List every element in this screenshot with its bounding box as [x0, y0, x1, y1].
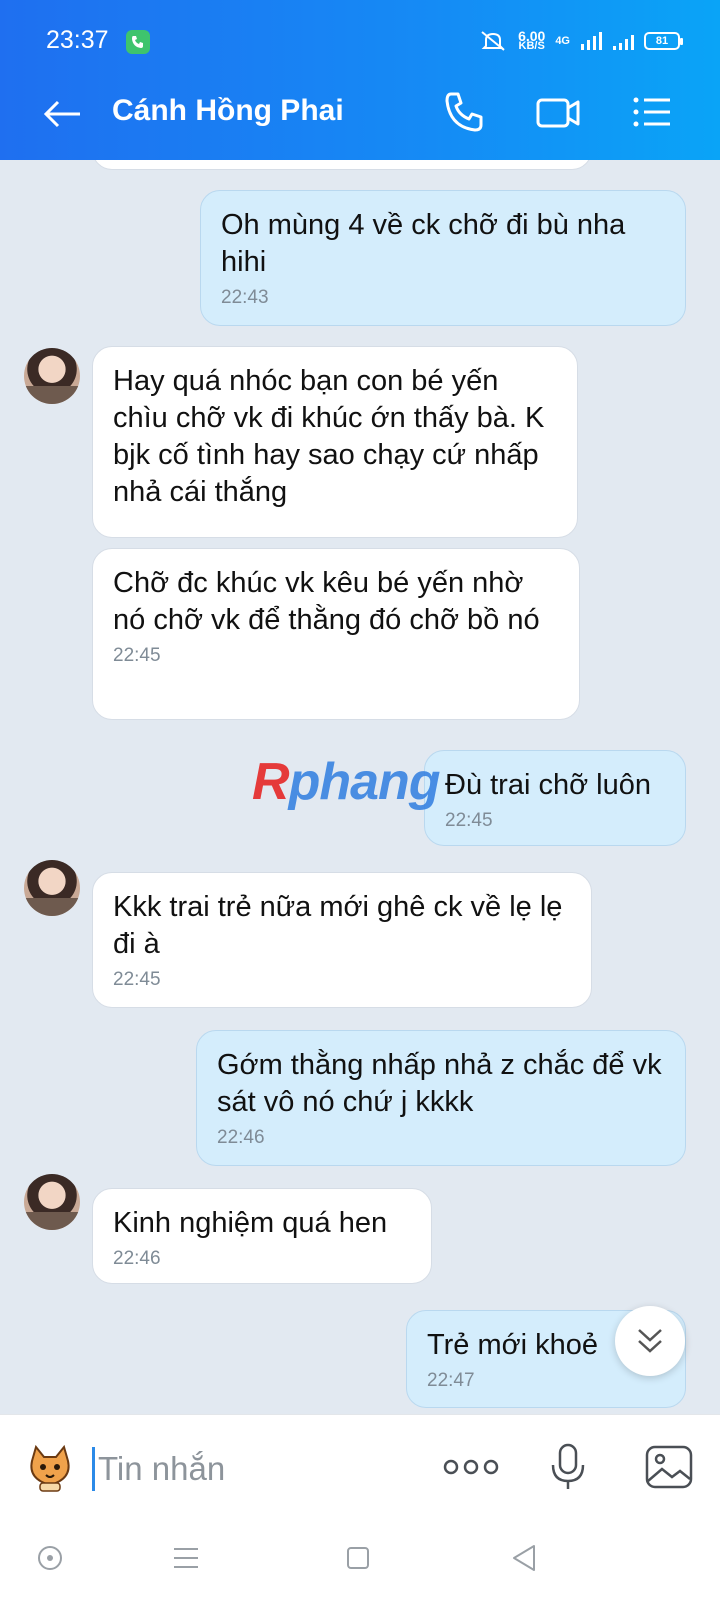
system-nav-bar — [0, 1518, 720, 1600]
message-bubble[interactable]: Gớm thằng nhấp nhả z chắc để vk sát vô n… — [196, 1030, 686, 1166]
sticker-button[interactable] — [22, 1439, 78, 1495]
net-speed: 6.00 KB/S — [518, 28, 546, 52]
message-text: Gớm thằng nhấp nhả z chắc để vk sát vô n… — [217, 1049, 662, 1118]
options-button[interactable] — [628, 88, 676, 136]
message-input[interactable] — [98, 1443, 418, 1495]
system-back-button[interactable] — [506, 1540, 542, 1576]
video-camera-icon — [536, 98, 580, 128]
message-bubble[interactable]: Hay quá nhóc bạn con bé yến chìu chỡ vk … — [92, 346, 578, 538]
square-icon — [347, 1547, 369, 1569]
status-indicators: 6.00 KB/S 4G 81 — [478, 28, 683, 52]
message-text: Trẻ mới khoẻ — [427, 1329, 599, 1361]
message-text: Hay quá nhóc bạn con bé yến chìu chỡ vk … — [113, 365, 545, 508]
back-button[interactable] — [40, 92, 84, 136]
assistant-button[interactable] — [32, 1540, 68, 1576]
more-dots-icon — [443, 1459, 499, 1475]
video-call-button[interactable] — [534, 88, 582, 136]
circle-dot-icon — [38, 1546, 62, 1570]
contact-name[interactable]: Cánh Hồng Phai — [112, 94, 344, 128]
voice-message-button[interactable] — [548, 1441, 588, 1493]
message-time: 22:43 — [221, 287, 269, 308]
message-bubble[interactable]: Kinh nghiệm quá hen 22:46 — [92, 1188, 432, 1284]
text-caret — [92, 1447, 95, 1491]
status-bar: 23:37 6.00 KB/S 4G 81 — [0, 0, 720, 64]
mute-icon — [481, 31, 505, 51]
message-time: 22:47 — [427, 1370, 475, 1391]
sticker-cat-icon — [30, 1444, 70, 1492]
message-bubble[interactable]: Đù trai chỡ luôn 22:45 — [424, 750, 686, 846]
triangle-back-icon — [513, 1545, 535, 1571]
arrow-left-icon — [43, 100, 80, 128]
home-button[interactable] — [340, 1540, 376, 1576]
message-bubble[interactable]: Kkk trai trẻ nữa mới ghê ck về lẹ lẹ đi … — [92, 872, 592, 1008]
message-bubble[interactable]: Oh mùng 4 về ck chỡ đi bù nha hihi 22:43 — [200, 190, 686, 326]
call-notification-icon — [126, 30, 150, 54]
message-text: Kkk trai trẻ nữa mới ghê ck về lẹ lẹ đi … — [113, 891, 563, 960]
message-time: 22:45 — [445, 810, 493, 831]
message-time: 22:45 — [113, 969, 161, 990]
phone-icon — [445, 92, 483, 132]
message-composer — [0, 1414, 720, 1518]
image-icon — [645, 1445, 693, 1489]
menu-lines-icon — [174, 1548, 198, 1568]
contact-avatar[interactable] — [24, 860, 80, 916]
message-text: Oh mùng 4 về ck chỡ đi bù nha hihi — [221, 209, 626, 278]
signal-icon — [581, 32, 602, 50]
message-bubble-partial[interactable] — [92, 160, 592, 170]
photo-button[interactable] — [644, 1443, 694, 1491]
scroll-to-bottom-button[interactable] — [615, 1306, 685, 1376]
voice-call-button[interactable] — [440, 88, 488, 136]
contact-avatar[interactable] — [24, 348, 80, 404]
message-bubble[interactable]: Chỡ đc khúc vk kêu bé yến nhờ nó chỡ vk … — [92, 548, 580, 720]
double-chevron-down-icon — [638, 1329, 662, 1353]
chat-header: Cánh Hồng Phai — [0, 64, 720, 160]
contact-avatar[interactable] — [24, 1174, 80, 1230]
message-text: Đù trai chỡ luôn — [445, 769, 652, 801]
message-time: 22:45 — [113, 645, 161, 666]
message-time: 22:46 — [217, 1127, 265, 1148]
message-text: Kinh nghiệm quá hen — [113, 1207, 388, 1239]
status-time: 23:37 — [46, 26, 109, 54]
message-list[interactable]: Oh mùng 4 về ck chỡ đi bù nha hihi 22:43… — [0, 160, 720, 1414]
recents-button[interactable] — [168, 1540, 204, 1576]
message-text: Chỡ đc khúc vk kêu bé yến nhờ nó chỡ vk … — [113, 567, 540, 636]
message-time: 22:46 — [113, 1248, 161, 1269]
list-menu-icon — [633, 97, 670, 127]
network-type: 4G — [555, 35, 570, 47]
signal-icon-2 — [613, 35, 634, 50]
battery-icon: 81 — [644, 32, 683, 50]
more-options-button[interactable] — [442, 1453, 500, 1481]
microphone-icon — [551, 1443, 585, 1489]
